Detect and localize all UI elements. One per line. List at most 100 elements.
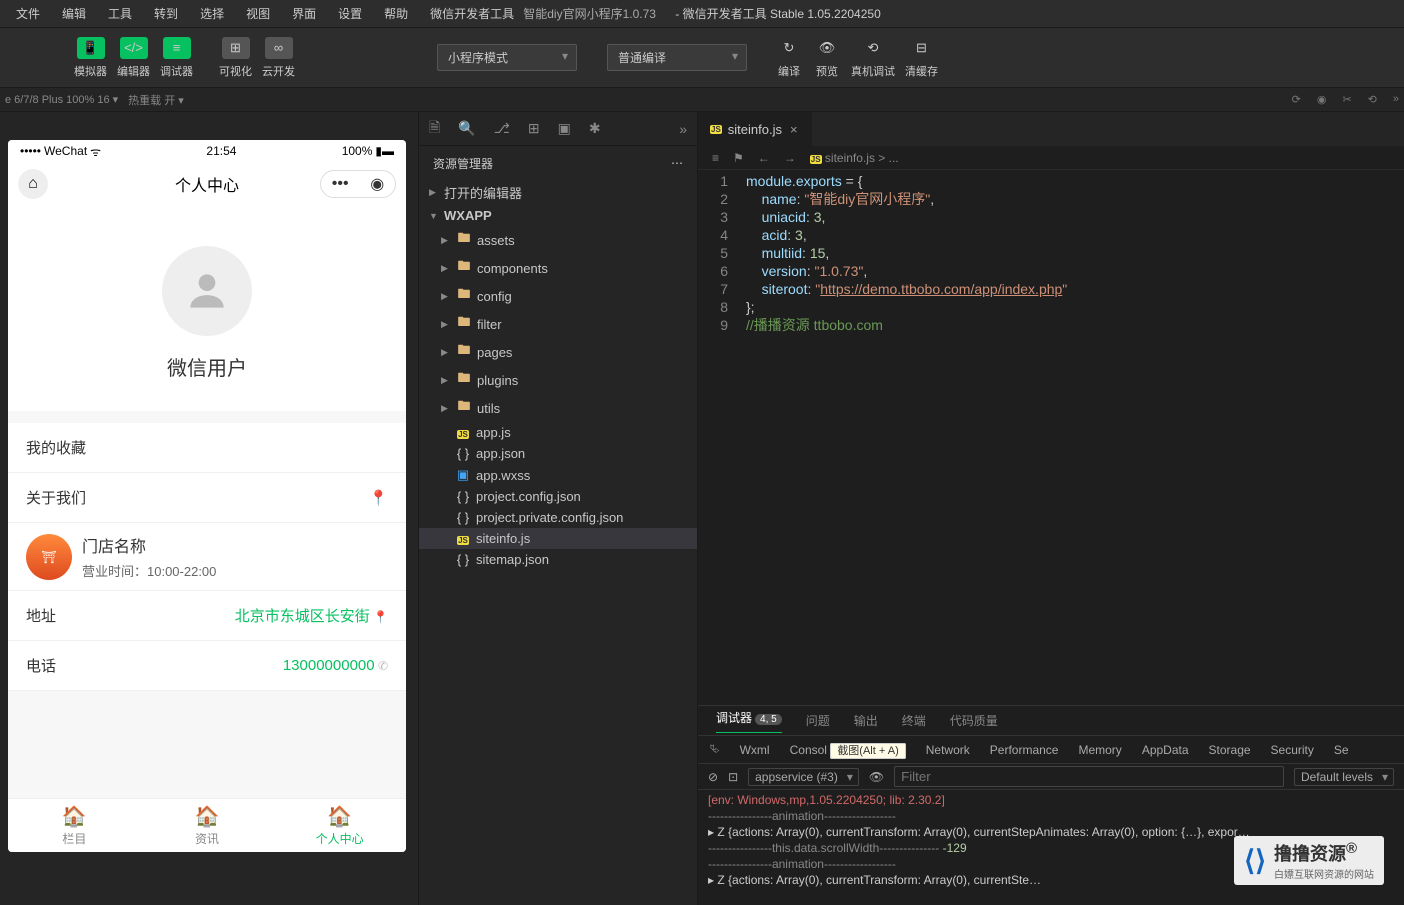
files-icon[interactable]: 🗎 bbox=[429, 117, 440, 141]
dev-tab-more[interactable]: Se bbox=[1334, 743, 1349, 757]
cloud-button[interactable]: ∞云开发 bbox=[258, 34, 299, 82]
dev-tab-security[interactable]: Security bbox=[1271, 743, 1314, 757]
folder-pages[interactable]: ▶🖿pages bbox=[419, 338, 697, 366]
tab-news[interactable]: 🏠资讯 bbox=[141, 799, 274, 852]
list-icon[interactable]: ≡ bbox=[712, 151, 719, 165]
levels-dropdown[interactable]: Default levels bbox=[1294, 768, 1394, 786]
eye-icon[interactable]: 👁 bbox=[869, 770, 884, 784]
file-projectconfig[interactable]: { }project.config.json bbox=[419, 486, 697, 507]
file-sitemap[interactable]: { }sitemap.json bbox=[419, 549, 697, 570]
folder-assets[interactable]: ▶🖿assets bbox=[419, 226, 697, 254]
editor-panel: siteinfo.js× ≡ ⚑ ← → siteinfo.js > ... 1… bbox=[698, 112, 1404, 905]
open-editors[interactable]: ▶打开的编辑器 bbox=[419, 180, 697, 205]
cut-icon[interactable]: ✂ bbox=[1342, 93, 1351, 106]
device-dropdown[interactable]: e 6/7/8 Plus 100% 16 ▾ bbox=[5, 93, 118, 106]
file-appjs[interactable]: app.js bbox=[419, 422, 697, 443]
more-icon[interactable]: ••• bbox=[332, 175, 349, 193]
code-editor[interactable]: 123456789 module.exports = { name: "智能di… bbox=[698, 170, 1404, 705]
dev-tab-appdata[interactable]: AppData bbox=[1142, 743, 1189, 757]
record-icon[interactable]: ◉ bbox=[1317, 93, 1327, 106]
close-icon[interactable]: × bbox=[788, 122, 800, 137]
dev-tab-console[interactable]: Consol 截图(Alt + A) bbox=[790, 742, 906, 758]
menu-ui[interactable]: 界面 bbox=[284, 1, 324, 26]
mode-dropdown[interactable]: 小程序模式 bbox=[437, 44, 577, 71]
rotate-icon[interactable]: ⟲ bbox=[1368, 93, 1377, 106]
store-row[interactable]: ⛩ 门店名称营业时间：10:00-22:00 bbox=[8, 523, 406, 591]
menu-goto[interactable]: 转到 bbox=[146, 1, 186, 26]
location-icon: 📍 bbox=[373, 610, 388, 624]
panel-tab-quality[interactable]: 代码质量 bbox=[950, 712, 998, 729]
forward-icon[interactable]: → bbox=[784, 151, 796, 165]
dev-tab-memory[interactable]: Memory bbox=[1078, 743, 1121, 757]
address-row[interactable]: 地址北京市东城区长安街 📍 bbox=[8, 591, 406, 641]
inspect-icon[interactable]: ⮱ bbox=[710, 742, 720, 757]
editor-button[interactable]: </>编辑器 bbox=[113, 34, 154, 82]
menu-edit[interactable]: 编辑 bbox=[54, 1, 94, 26]
panel-tab-debugger[interactable]: 调试器4, 5 bbox=[716, 709, 782, 733]
phone-nav-bar: ⌂ 个人中心 •••◉ bbox=[8, 162, 406, 206]
folder-filter[interactable]: ▶🖿filter bbox=[419, 310, 697, 338]
collapse-icon[interactable]: » bbox=[679, 121, 687, 137]
tab-profile[interactable]: 🏠个人中心 bbox=[273, 799, 406, 852]
file-projectprivate[interactable]: { }project.private.config.json bbox=[419, 507, 697, 528]
expand-icon[interactable]: » bbox=[1393, 93, 1399, 106]
phone-row[interactable]: 电话13000000000 ✆ bbox=[8, 641, 406, 691]
dev-tab-wxml[interactable]: Wxml bbox=[740, 743, 770, 757]
build-icon[interactable]: ▣ bbox=[558, 120, 571, 137]
home-icon[interactable]: ⌂ bbox=[18, 169, 48, 199]
bug-icon[interactable]: ✱ bbox=[589, 120, 601, 137]
editor-tab-siteinfo[interactable]: siteinfo.js× bbox=[698, 112, 813, 146]
debugger-button[interactable]: ≡调试器 bbox=[156, 34, 197, 82]
menu-view[interactable]: 视图 bbox=[238, 1, 278, 26]
window-title: 智能diy官网小程序1.0.73 - 微信开发者工具 Stable 1.05.2… bbox=[515, 5, 888, 22]
favorites-row[interactable]: 我的收藏 bbox=[8, 423, 406, 473]
menu-help[interactable]: 帮助 bbox=[376, 1, 416, 26]
panel-tab-output[interactable]: 输出 bbox=[854, 712, 878, 729]
file-appwxss[interactable]: ▣app.wxss bbox=[419, 464, 697, 486]
menu-select[interactable]: 选择 bbox=[192, 1, 232, 26]
preview-button[interactable]: 👁预览 bbox=[809, 34, 845, 82]
menu-settings[interactable]: 设置 bbox=[330, 1, 370, 26]
phone-icon: ✆ bbox=[378, 659, 388, 673]
clear-cache-button[interactable]: ⊟清缓存 bbox=[901, 34, 942, 82]
folder-components[interactable]: ▶🖿components bbox=[419, 254, 697, 282]
capsule-button[interactable]: ••• ◉ bbox=[320, 170, 396, 198]
visualize-button[interactable]: ⊞可视化 bbox=[215, 34, 256, 82]
dev-tab-network[interactable]: Network bbox=[926, 743, 970, 757]
branch-icon[interactable]: ⎇ bbox=[494, 120, 510, 137]
remote-debug-button[interactable]: ⟲真机调试 bbox=[847, 34, 899, 82]
menu-tools[interactable]: 工具 bbox=[100, 1, 140, 26]
back-icon[interactable]: ← bbox=[758, 151, 770, 165]
menu-file[interactable]: 文件 bbox=[8, 1, 48, 26]
simulator-button[interactable]: 📱模拟器 bbox=[70, 34, 111, 82]
menu-devtools[interactable]: 微信开发者工具 bbox=[422, 1, 522, 26]
about-row[interactable]: 关于我们📍 bbox=[8, 473, 406, 523]
ext-icon[interactable]: ⊞ bbox=[528, 120, 540, 137]
folder-plugins[interactable]: ▶🖿plugins bbox=[419, 366, 697, 394]
compile-button[interactable]: ↻编译 bbox=[771, 34, 807, 82]
root-folder[interactable]: ▼WXAPP bbox=[419, 205, 697, 226]
folder-utils[interactable]: ▶🖿utils bbox=[419, 394, 697, 422]
panel-tab-terminal[interactable]: 终端 bbox=[902, 712, 926, 729]
more-icon[interactable]: ⋯ bbox=[671, 156, 683, 170]
filter-input[interactable] bbox=[894, 766, 1284, 787]
avatar[interactable] bbox=[162, 246, 252, 336]
dev-tab-storage[interactable]: Storage bbox=[1209, 743, 1251, 757]
dev-tab-performance[interactable]: Performance bbox=[990, 743, 1059, 757]
search-icon[interactable]: 🔍 bbox=[458, 120, 475, 137]
file-appjson[interactable]: { }app.json bbox=[419, 443, 697, 464]
tab-column[interactable]: 🏠栏目 bbox=[8, 799, 141, 852]
compile-mode-dropdown[interactable]: 普通编译 bbox=[607, 44, 747, 71]
context-dropdown[interactable]: appservice (#3) bbox=[748, 768, 859, 786]
refresh-icon[interactable]: ⟳ bbox=[1292, 93, 1301, 106]
clear-icon[interactable]: ⊘ bbox=[708, 770, 718, 784]
folder-config[interactable]: ▶🖿config bbox=[419, 282, 697, 310]
location-icon: 📍 bbox=[369, 489, 388, 507]
hot-reload-dropdown[interactable]: 热重载 开 ▾ bbox=[128, 92, 184, 108]
top-icon[interactable]: ⊡ bbox=[728, 770, 738, 784]
target-icon[interactable]: ◉ bbox=[370, 174, 384, 194]
panel-tab-problems[interactable]: 问题 bbox=[806, 712, 830, 729]
file-tree: ▶打开的编辑器 ▼WXAPP ▶🖿assets ▶🖿components ▶🖿c… bbox=[419, 180, 697, 905]
bookmark-icon[interactable]: ⚑ bbox=[733, 151, 744, 165]
file-siteinfo[interactable]: siteinfo.js bbox=[419, 528, 697, 549]
